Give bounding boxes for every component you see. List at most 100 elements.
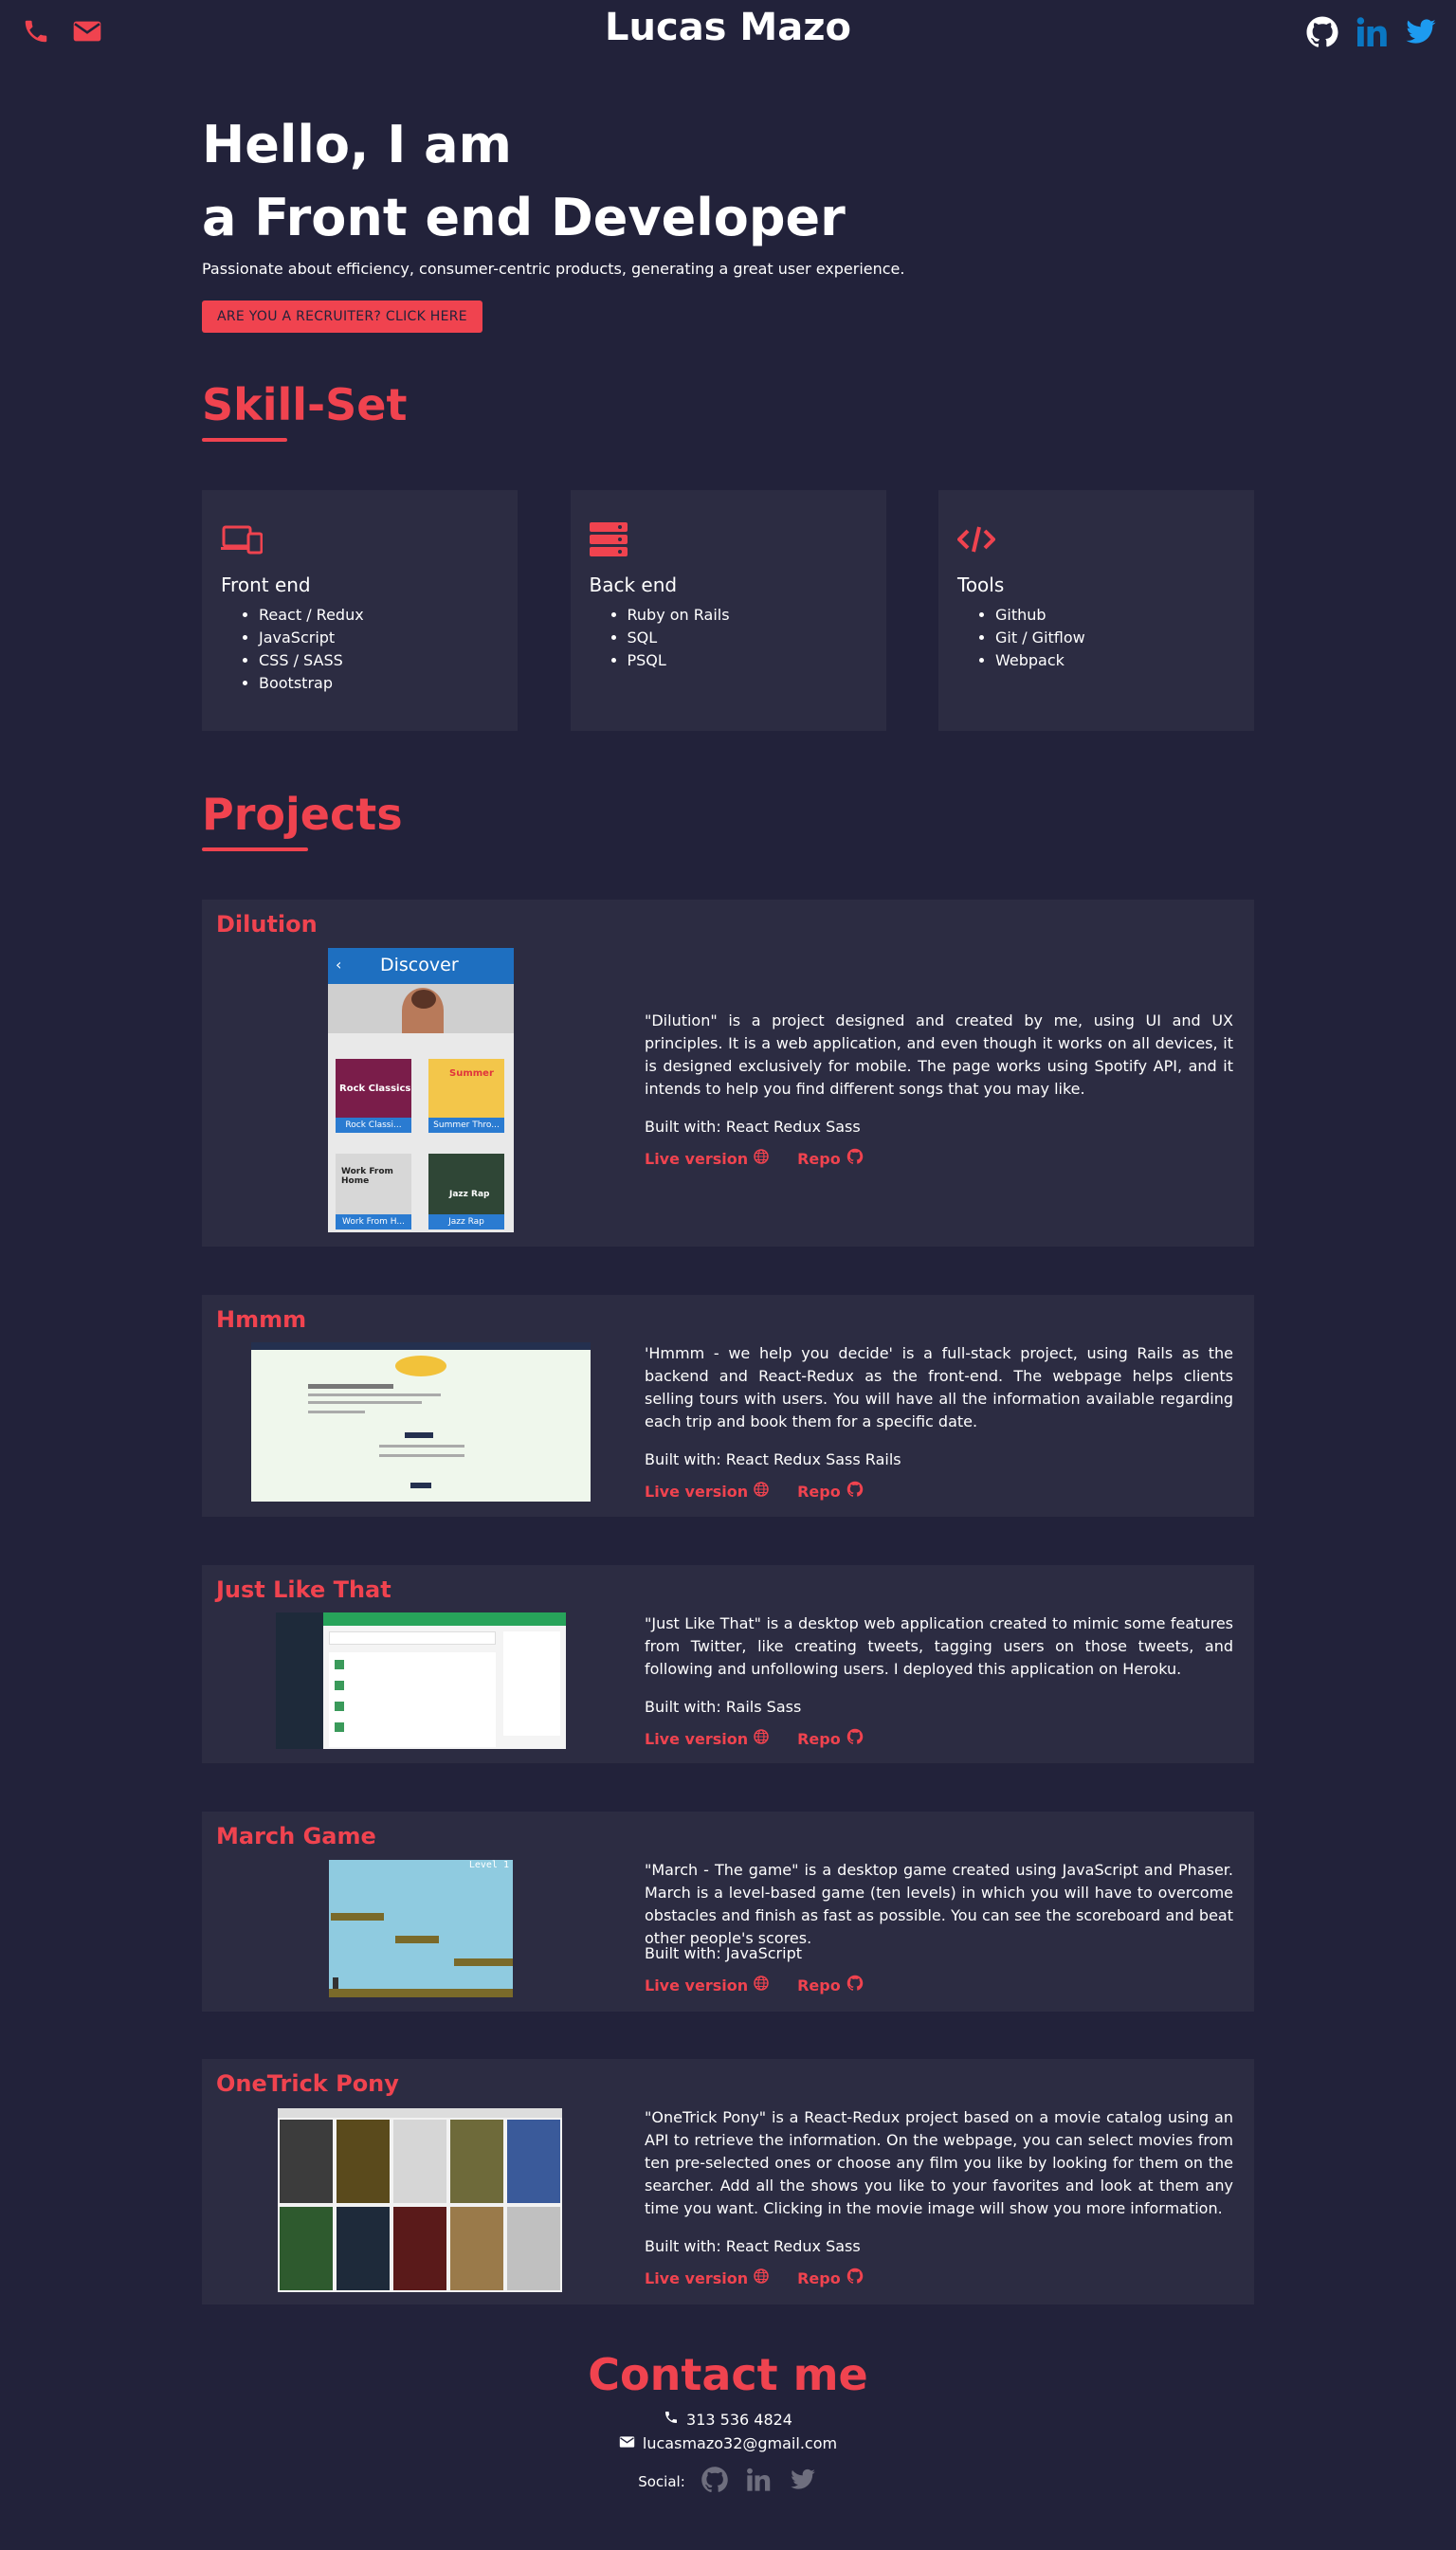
skill-item: PSQL [628, 649, 867, 672]
project-links: Live version Repo [645, 1148, 864, 1169]
playlist-tile: Jazz Rap Jazz Rap [428, 1154, 504, 1229]
phone-icon[interactable] [19, 17, 53, 46]
skill-list: Ruby on Rails SQL PSQL [590, 604, 867, 672]
live-version-link[interactable]: Live version [645, 1728, 769, 1749]
live-version-link[interactable]: Live version [645, 1481, 769, 1502]
github-icon[interactable] [1304, 14, 1340, 50]
skill-list: React / Redux JavaScript CSS / SASS Boot… [221, 604, 499, 695]
project-screenshot[interactable] [278, 2108, 562, 2292]
avatar [335, 1702, 344, 1711]
screenshot-navbar [251, 1342, 591, 1350]
movie-poster [507, 2120, 560, 2203]
project-card-hmmm: Hmmm 'Hmmm - we help you decide' is a fu… [202, 1295, 1254, 1517]
skill-card-tools: Tools Github Git / Gitflow Webpack [938, 490, 1254, 731]
skill-list: Github Git / Gitflow Webpack [957, 604, 1235, 672]
repo-link[interactable]: Repo [797, 1481, 864, 1502]
skill-item: Ruby on Rails [628, 604, 867, 627]
project-card-dilution: Dilution ‹ Discover Rock Classics Rock C… [202, 900, 1254, 1247]
avatar [335, 1660, 344, 1669]
movie-poster [393, 2120, 446, 2203]
recruiter-button[interactable]: ARE YOU A RECRUITER? CLICK HERE [202, 301, 482, 333]
skill-item: Git / Gitflow [995, 627, 1235, 649]
project-screenshot[interactable]: Level 1 [329, 1860, 513, 1997]
repo-label: Repo [797, 1149, 841, 1168]
game-level-text: Level 1 [468, 1860, 509, 1870]
movie-poster [280, 2120, 333, 2203]
skill-item: Webpack [995, 649, 1235, 672]
repo-link[interactable]: Repo [797, 1975, 864, 1995]
project-title: OneTrick Pony [216, 2070, 399, 2097]
twitter-icon[interactable] [788, 2467, 818, 2497]
globe-icon [754, 1976, 769, 1994]
devices-icon [221, 519, 499, 560]
skills-title: Skill-Set [202, 379, 407, 442]
project-title: Hmmm [216, 1306, 307, 1333]
screenshot-text-line [308, 1384, 393, 1389]
tile-label: Rock Classi... [336, 1118, 411, 1133]
movie-poster [337, 2120, 390, 2203]
movie-poster [280, 2207, 333, 2290]
repo-label: Repo [797, 2268, 841, 2287]
project-title: Just Like That [216, 1576, 391, 1603]
top-navbar: Lucas Mazo [0, 0, 1456, 61]
globe-icon [754, 1482, 769, 1501]
phone-icon [664, 2410, 679, 2429]
contact-phone[interactable]: 313 536 4824 [0, 2410, 1456, 2429]
game-platform [395, 1936, 439, 1943]
github-icon[interactable] [701, 2466, 729, 2498]
screenshot-text-line [308, 1411, 365, 1413]
skills-title-underline [202, 438, 287, 442]
contact-email[interactable]: lucasmazo32@gmail.com [0, 2434, 1456, 2452]
live-version-label: Live version [645, 1976, 749, 1994]
contact-icons [19, 17, 104, 46]
brand-name[interactable]: Lucas Mazo [605, 6, 851, 49]
projects-title-underline [202, 847, 308, 851]
project-built-with: Built with: React Redux Sass Rails [645, 1450, 901, 1468]
tile-title: Jazz Rap [449, 1190, 490, 1199]
project-title: Dilution [216, 911, 318, 938]
project-screenshot[interactable] [251, 1342, 591, 1502]
movie-poster [450, 2120, 503, 2203]
repo-label: Repo [797, 1729, 841, 1748]
project-card-just-like-that: Just Like That "Just Like That" is a des… [202, 1565, 1254, 1763]
globe-icon [754, 1729, 769, 1748]
game-platform [331, 1913, 384, 1921]
live-version-link[interactable]: Live version [645, 1975, 769, 1995]
mail-icon[interactable] [70, 17, 104, 46]
repo-link[interactable]: Repo [797, 1728, 864, 1749]
projects-title-text: Projects [202, 789, 403, 840]
movie-poster [337, 2207, 390, 2290]
linkedin-icon[interactable] [1354, 14, 1390, 50]
screenshot-compose [329, 1631, 496, 1645]
project-description: "Dilution" is a project designed and cre… [645, 1011, 1233, 1098]
project-description: "March - The game" is a desktop game cre… [645, 1861, 1233, 1947]
linkedin-icon[interactable] [744, 2467, 773, 2497]
github-icon [846, 1148, 864, 1169]
repo-link[interactable]: Repo [797, 2268, 864, 2288]
globe-icon [754, 2268, 769, 2287]
tile-title: Summer [449, 1068, 494, 1079]
movie-poster [393, 2207, 446, 2290]
avatar [335, 1681, 344, 1690]
live-version-label: Live version [645, 1482, 749, 1501]
screenshot-text-line [308, 1393, 441, 1396]
screenshot-text-line [379, 1445, 464, 1448]
github-icon [846, 2268, 864, 2288]
movie-poster [450, 2207, 503, 2290]
live-version-link[interactable]: Live version [645, 2268, 769, 2288]
hero-heading: Hello, I am a Front end Developer [202, 112, 1254, 258]
project-links: Live version Repo [645, 1975, 864, 1995]
contact-social: Social: [0, 2466, 1456, 2498]
skills-grid: Front end React / Redux JavaScript CSS /… [202, 490, 1254, 731]
github-icon [846, 1975, 864, 1995]
project-screenshot[interactable]: ‹ Discover Rock Classics Rock Classi... … [328, 948, 514, 1232]
twitter-icon[interactable] [1403, 14, 1439, 50]
live-version-link[interactable]: Live version [645, 1148, 769, 1169]
repo-link[interactable]: Repo [797, 1148, 864, 1169]
project-links: Live version Repo [645, 1481, 864, 1502]
screenshot-button [410, 1483, 431, 1488]
skill-item: Bootstrap [259, 672, 499, 695]
playlist-tile: Summer Summer Thro... [428, 1059, 504, 1133]
project-screenshot[interactable] [276, 1612, 566, 1749]
project-built-with: Built with: React Redux Sass [645, 1118, 861, 1136]
